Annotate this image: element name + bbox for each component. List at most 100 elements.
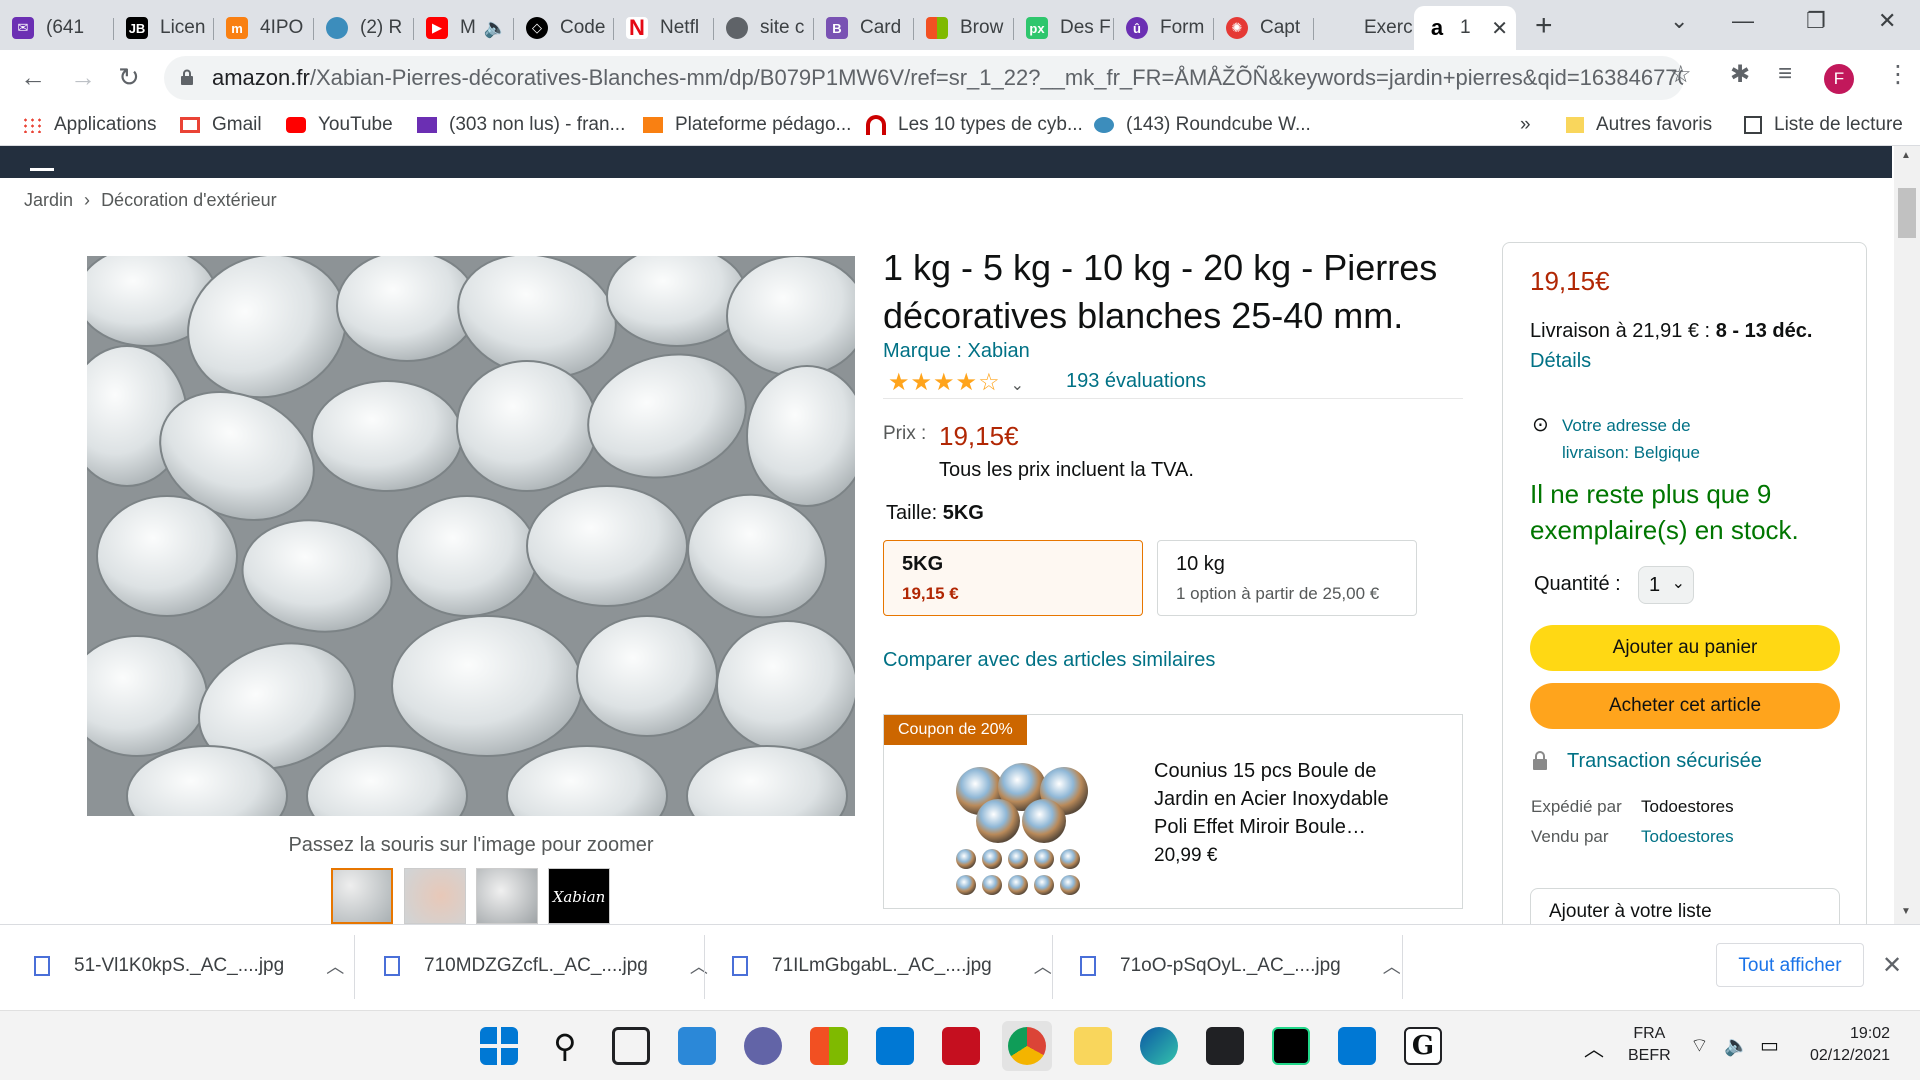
close-window-icon[interactable]: ✕ xyxy=(1878,8,1896,34)
tab-pixabay[interactable]: px Des F xyxy=(1014,6,1114,50)
gift-icon[interactable] xyxy=(942,1027,980,1065)
breadcrumb-decoration[interactable]: Décoration d'extérieur xyxy=(101,190,277,210)
thumbnail-3[interactable] xyxy=(476,868,538,924)
compare-link[interactable]: Comparer avec des articles similaires xyxy=(883,649,1215,672)
scrollbar-thumb[interactable] xyxy=(1898,188,1916,238)
edge-icon[interactable] xyxy=(1140,1027,1178,1065)
task-view-icon[interactable] xyxy=(612,1027,650,1065)
size-option-10kg[interactable]: 10 kg 1 option à partir de 25,00 € xyxy=(1157,540,1417,616)
thumbnail-brand[interactable]: Xabian xyxy=(548,868,610,924)
speaker-icon[interactable]: 🔈 xyxy=(484,16,508,40)
chevron-up-icon[interactable]: ︿ xyxy=(1383,953,1401,979)
scroll-down-icon[interactable]: ▼ xyxy=(1901,906,1911,917)
bookmark-cyber[interactable]: Les 10 types de cyb... xyxy=(866,114,1083,136)
pycharm-icon[interactable] xyxy=(1272,1027,1310,1065)
sticky-notes-icon[interactable] xyxy=(1206,1027,1244,1065)
bookmarks-overflow[interactable]: » xyxy=(1520,114,1531,136)
download-item[interactable]: 710MDZGZcfL._AC_....jpg ︿ xyxy=(384,953,708,979)
bookmark-other-favorites[interactable]: Autres favoris xyxy=(1566,114,1712,136)
tab-codepen[interactable]: ◇ Code xyxy=(514,6,614,50)
tab-netflix[interactable]: N Netfl xyxy=(614,6,714,50)
tab-bootstrap[interactable]: B Card xyxy=(814,6,914,50)
bookmark-roundcube[interactable]: (143) Roundcube W... xyxy=(1094,114,1311,136)
download-item[interactable]: 71oO-pSqOyL._AC_....jpg ︿ xyxy=(1080,953,1401,979)
chevron-up-icon[interactable]: ︿ xyxy=(326,953,344,979)
input-language[interactable]: FRA BEFR xyxy=(1628,1023,1671,1067)
wifi-icon[interactable]: ⌔ xyxy=(1690,1033,1709,1058)
clock[interactable]: 19:02 02/12/2021 xyxy=(1810,1023,1890,1067)
scroll-up-icon[interactable]: ▲ xyxy=(1901,150,1911,161)
download-item[interactable]: 51-Vl1K0kpS._AC_....jpg ︿ xyxy=(34,953,344,979)
bookmark-apps[interactable]: Applications xyxy=(22,114,156,136)
file-explorer-icon[interactable] xyxy=(1074,1027,1112,1065)
size-option-5kg[interactable]: 5KG 19,15 € xyxy=(883,540,1143,616)
brand-link[interactable]: Marque : Xabian xyxy=(883,340,1030,363)
sponsored-product[interactable]: Coupon de 20% Counius 15 pcs Boule de Ja… xyxy=(883,714,1463,909)
tab-amazon-active[interactable]: a 1 ✕ xyxy=(1414,6,1516,50)
rating-stars[interactable]: ★★★★☆ ⌄ xyxy=(888,368,1025,397)
reading-list[interactable]: Liste de lecture xyxy=(1744,114,1903,136)
tab-moodle[interactable]: m 4IPO xyxy=(214,6,314,50)
chrome-icon[interactable] xyxy=(1008,1027,1046,1065)
thumbnail-2[interactable] xyxy=(404,868,466,924)
search-icon[interactable]: ⚲ xyxy=(546,1027,584,1065)
close-icon[interactable]: ✕ xyxy=(1882,951,1902,980)
menu-kebab-icon[interactable]: ⋮ xyxy=(1886,60,1910,89)
tab-jetbrains[interactable]: JB Licen xyxy=(114,6,214,50)
back-arrow-icon[interactable]: ← xyxy=(20,62,46,93)
reviews-link[interactable]: 193 évaluations xyxy=(1066,370,1206,393)
bookmark-gmail[interactable]: Gmail xyxy=(180,114,262,136)
chevron-down-icon[interactable]: ⌄ xyxy=(1670,8,1688,34)
minimize-icon[interactable]: — xyxy=(1732,8,1754,34)
profile-avatar[interactable]: F xyxy=(1824,64,1854,94)
secure-transaction-link[interactable]: Transaction sécurisée xyxy=(1567,750,1762,773)
add-to-cart-button[interactable]: Ajouter au panier xyxy=(1530,625,1840,671)
forward-arrow-icon[interactable]: → xyxy=(70,62,96,93)
new-tab-icon[interactable]: + xyxy=(1535,9,1553,43)
chat-icon[interactable] xyxy=(744,1027,782,1065)
reload-icon[interactable]: ↻ xyxy=(118,62,140,93)
tab-roundcube[interactable]: (2) R xyxy=(314,6,414,50)
breadcrumb-garden[interactable]: Jardin xyxy=(24,190,73,210)
scrollbar[interactable]: ▲ ▼ xyxy=(1894,146,1920,924)
tab-capture[interactable]: ✺ Capt xyxy=(1214,6,1314,50)
restore-icon[interactable]: ❐ xyxy=(1806,8,1826,34)
sold-by-link[interactable]: Todoestores xyxy=(1641,827,1734,847)
sponsored-title[interactable]: Counius 15 pcs Boule de Jardin en Acier … xyxy=(1154,757,1424,841)
download-item[interactable]: 71ILmGbgabL._AC_....jpg ︿ xyxy=(732,953,1052,979)
show-all-downloads-button[interactable]: Tout afficher xyxy=(1716,943,1864,987)
details-link[interactable]: Détails xyxy=(1530,350,1591,373)
vscode-icon[interactable] xyxy=(1338,1027,1376,1065)
quantity-select[interactable]: 1 ⌄ xyxy=(1638,566,1694,604)
tab-form[interactable]: û Form xyxy=(1114,6,1214,50)
bookmark-star-icon[interactable]: ☆ xyxy=(1670,60,1692,89)
media-control-icon[interactable]: ≡ xyxy=(1778,60,1792,88)
product-image[interactable] xyxy=(87,256,855,816)
hamburger-icon[interactable] xyxy=(30,168,54,171)
battery-icon[interactable]: ▭ xyxy=(1760,1033,1779,1058)
delivery-address-link[interactable]: Votre adresse de livraison: Belgique xyxy=(1562,412,1752,466)
tab-mail[interactable]: ✉ (641 xyxy=(0,6,114,50)
widgets-icon[interactable] xyxy=(678,1027,716,1065)
tab-exercise[interactable]: Exerc xyxy=(1314,6,1414,50)
buy-now-button[interactable]: Acheter cet article xyxy=(1530,683,1840,729)
lock-icon[interactable] xyxy=(180,69,194,85)
tab-youtube[interactable]: ▶ M 🔈 xyxy=(414,6,514,50)
bookmark-mail[interactable]: (303 non lus) - fran... xyxy=(417,114,625,136)
thumbnail-1[interactable] xyxy=(331,868,393,924)
app-g-icon[interactable]: G xyxy=(1404,1027,1442,1065)
add-to-list-button[interactable]: Ajouter à votre liste xyxy=(1530,888,1840,928)
close-icon[interactable]: ✕ xyxy=(1491,16,1508,41)
chevron-up-icon[interactable]: ︿ xyxy=(690,953,708,979)
tab-browser[interactable]: Brow xyxy=(914,6,1014,50)
bookmark-youtube[interactable]: YouTube xyxy=(286,114,393,136)
volume-icon[interactable]: 🔈 xyxy=(1724,1033,1749,1058)
tab-site[interactable]: site c xyxy=(714,6,814,50)
start-icon[interactable] xyxy=(480,1027,518,1065)
store-icon[interactable] xyxy=(810,1027,848,1065)
chevron-up-icon[interactable]: ︿ xyxy=(1584,1033,1604,1062)
chevron-up-icon[interactable]: ︿ xyxy=(1034,953,1052,979)
chevron-down-icon[interactable]: ⌄ xyxy=(1011,377,1025,394)
address-bar[interactable]: amazon.fr/Xabian-Pierres-décoratives-Bla… xyxy=(164,56,1684,100)
extensions-icon[interactable]: ✱ xyxy=(1730,60,1750,89)
